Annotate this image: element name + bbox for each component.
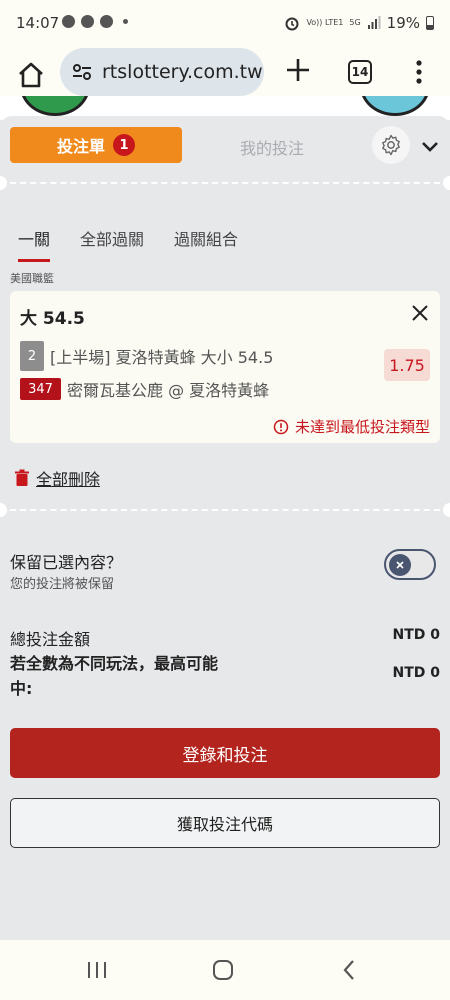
- event-code: 347: [20, 378, 61, 400]
- ticket-notch-left: [0, 503, 7, 517]
- event-description: 密爾瓦基公鹿 @ 夏洛特黃蜂: [67, 381, 270, 400]
- tab-betslip[interactable]: 投注單 1: [10, 127, 182, 163]
- max-win-value: NTD 0: [392, 665, 440, 681]
- ticket-notch-right: [443, 503, 450, 517]
- delete-all-button[interactable]: 全部刪除: [14, 466, 100, 490]
- notification-icon: [81, 15, 94, 28]
- tab-mybets[interactable]: 我的投注: [200, 135, 344, 159]
- ticket-notch-right: [443, 176, 450, 190]
- more-menu-icon[interactable]: [414, 58, 424, 86]
- more-notifications-icon: [123, 19, 128, 24]
- x-icon: [396, 561, 404, 569]
- close-icon[interactable]: [410, 303, 430, 323]
- home-nav-icon[interactable]: [212, 959, 234, 981]
- keep-selections-title: 保留已選內容？: [10, 553, 123, 572]
- selection-card: 大 54.5 2 [上半場] 夏洛特黃蜂 大小 54.5 347 密爾瓦基公鹿 …: [10, 291, 440, 443]
- tab-parlay-combo[interactable]: 過關組合: [174, 226, 238, 258]
- url-text[interactable]: rtslottery.com.tw: [102, 61, 263, 83]
- volte-indicator: Vo)) LTE1: [306, 18, 344, 27]
- status-bar: 14:07 Vo)) LTE1 5G 19%: [0, 0, 450, 48]
- system-icons: Vo)) LTE1 5G 19%: [284, 14, 434, 32]
- trash-icon: [15, 469, 29, 486]
- notification-icons: [62, 15, 128, 28]
- alarm-icon: [285, 17, 299, 31]
- settings-button[interactable]: [372, 126, 410, 164]
- market-number: 2: [20, 341, 44, 371]
- site-settings-icon[interactable]: [70, 60, 94, 84]
- home-icon[interactable]: [16, 60, 46, 90]
- league-label: 美國職籃: [10, 272, 54, 285]
- selection-title: 大 54.5: [20, 309, 85, 329]
- event-line: 347 密爾瓦基公鹿 @ 夏洛特黃蜂: [20, 377, 269, 401]
- tab-single[interactable]: 一關: [18, 226, 51, 262]
- battery-icon: [426, 16, 434, 30]
- betslip-count-badge: 1: [113, 134, 135, 156]
- divider: [0, 182, 450, 184]
- recent-apps-icon[interactable]: [86, 960, 108, 980]
- max-win-label: 若全數為不同玩法，最高可能中:: [10, 654, 219, 698]
- ticket-notch-left: [0, 176, 7, 190]
- address-bar[interactable]: rtslottery.com.tw: [60, 48, 264, 96]
- new-tab-icon[interactable]: [284, 56, 312, 84]
- battery-percent: 19%: [386, 14, 420, 32]
- keep-selections-toggle[interactable]: [384, 549, 436, 580]
- signal-icon: [367, 16, 381, 29]
- network-type: 5G: [349, 18, 361, 27]
- back-icon[interactable]: [342, 959, 356, 981]
- login-and-bet-button[interactable]: 登錄和投注: [10, 728, 440, 778]
- tab-all-parlay[interactable]: 全部過關: [80, 226, 144, 258]
- bet-type-tabs: 一關 全部過關 過關組合: [18, 226, 238, 262]
- min-bet-warning: 未達到最低投注類型: [273, 416, 430, 437]
- odds-value: 1.75: [384, 349, 430, 381]
- alert-circle-icon: [273, 419, 289, 434]
- status-time: 14:07: [16, 14, 60, 32]
- tab-switcher-button[interactable]: 14: [348, 60, 372, 84]
- delete-all-label: 全部刪除: [36, 470, 101, 489]
- team-logo-right: [360, 96, 430, 116]
- total-stake-value: NTD 0: [392, 627, 440, 643]
- gear-icon: [382, 134, 400, 156]
- total-stake-label: 總投注金額: [10, 630, 91, 649]
- betslip-panel: 投注單 1 我的投注 一關 全部過關 過關組合 美國職籃 大 54.5 2 [上…: [0, 116, 450, 940]
- chrome-icon: [100, 15, 113, 28]
- line-app-icon: [62, 15, 75, 28]
- chevron-down-icon[interactable]: [418, 134, 442, 158]
- market-description: [上半場] 夏洛特黃蜂 大小 54.5: [50, 348, 274, 367]
- keep-selections-subtitle: 您的投注將被保留: [10, 577, 115, 592]
- get-bet-code-button[interactable]: 獲取投注代碼: [10, 798, 440, 848]
- divider: [0, 509, 450, 511]
- market-line: 2 [上半場] 夏洛特黃蜂 大小 54.5: [20, 341, 273, 371]
- toggle-knob: [389, 554, 411, 576]
- warning-text: 未達到最低投注類型: [294, 418, 430, 436]
- tab-betslip-label: 投注單: [56, 137, 105, 156]
- system-nav-bar: [0, 940, 450, 1000]
- team-logo-left: [20, 96, 90, 116]
